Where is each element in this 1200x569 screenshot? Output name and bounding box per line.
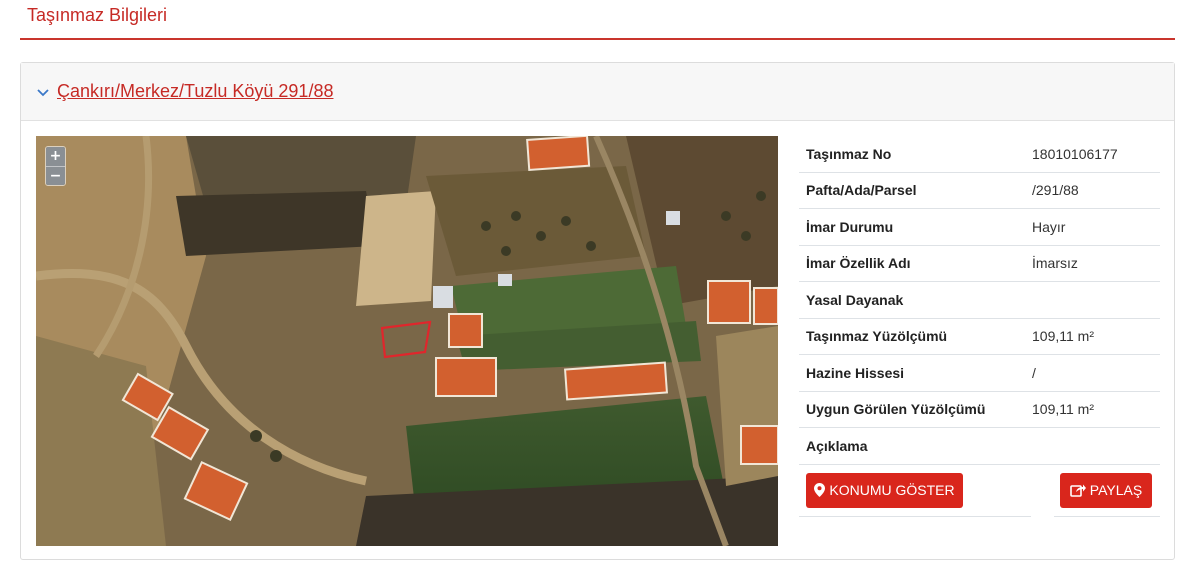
info-row-imar-durumu: İmar Durumu Hayır <box>799 209 1160 246</box>
card-header[interactable]: Çankırı/Merkez/Tuzlu Köyü 291/88 <box>21 63 1174 121</box>
zoom-out-button[interactable]: − <box>46 166 65 185</box>
info-value: 109,11 m² <box>1032 401 1094 418</box>
show-location-label: KONUMU GÖSTER <box>829 482 955 498</box>
share-label: PAYLAŞ <box>1089 482 1143 498</box>
property-info-table: Taşınmaz No 18010106177 Pafta/Ada/Parsel… <box>799 136 1160 517</box>
info-label: Taşınmaz Yüzölçümü <box>806 328 948 345</box>
info-value: 18010106177 <box>1032 145 1118 162</box>
info-label: İmar Durumu <box>806 218 894 235</box>
info-row-aciklama: Açıklama <box>799 428 1160 465</box>
info-row-pafta-ada-parsel: Pafta/Ada/Parsel /291/88 <box>799 173 1160 209</box>
info-row-uygun-gorulen-yuzolcumu: Uygun Görülen Yüzölçümü 109,11 m² <box>799 392 1160 428</box>
info-label: Pafta/Ada/Parsel <box>806 182 917 199</box>
map-marker-icon <box>814 483 826 497</box>
info-label: Hazine Hissesi <box>806 364 905 381</box>
property-location-link[interactable]: Çankırı/Merkez/Tuzlu Köyü 291/88 <box>57 81 333 102</box>
map-zoom-control: + − <box>45 146 66 186</box>
info-label: İmar Özellik Adı <box>806 255 911 272</box>
info-row-tasinmaz-yuzolcumu: Taşınmaz Yüzölçümü 109,11 m² <box>799 319 1160 355</box>
info-row-tasinmaz-no: Taşınmaz No 18010106177 <box>799 136 1160 173</box>
info-value: Hayır <box>1032 218 1066 235</box>
chevron-down-icon[interactable] <box>35 85 51 101</box>
info-label: Yasal Dayanak <box>806 291 904 308</box>
info-label: Taşınmaz No <box>806 145 892 162</box>
show-location-button[interactable]: KONUMU GÖSTER <box>806 472 963 508</box>
info-row-imar-ozellik-adi: İmar Özellik Adı İmarsız <box>799 246 1160 282</box>
info-row-hazine-hissesi: Hazine Hissesi / <box>799 355 1160 392</box>
info-row-yasal-dayanak: Yasal Dayanak <box>799 282 1160 319</box>
action-bar: KONUMU GÖSTER PAYLAŞ <box>799 465 1160 517</box>
divider <box>799 515 1031 517</box>
info-value: 109,11 m² <box>1032 328 1094 345</box>
satellite-map[interactable]: + − <box>36 136 778 546</box>
info-label: Uygun Görülen Yüzölçümü <box>806 401 986 418</box>
share-button[interactable]: PAYLAŞ <box>1060 472 1152 508</box>
info-label: Açıklama <box>806 437 868 454</box>
zoom-in-button[interactable]: + <box>46 147 65 166</box>
info-value: / <box>1032 364 1036 381</box>
info-value: /291/88 <box>1032 182 1079 199</box>
page-title: Taşınmaz Bilgileri <box>27 5 168 25</box>
divider <box>1054 515 1160 517</box>
info-value: İmarsız <box>1032 255 1078 272</box>
share-icon <box>1069 483 1086 497</box>
title-divider <box>20 38 1175 40</box>
property-card: Çankırı/Merkez/Tuzlu Köyü 291/88 + − Taş… <box>20 62 1175 560</box>
